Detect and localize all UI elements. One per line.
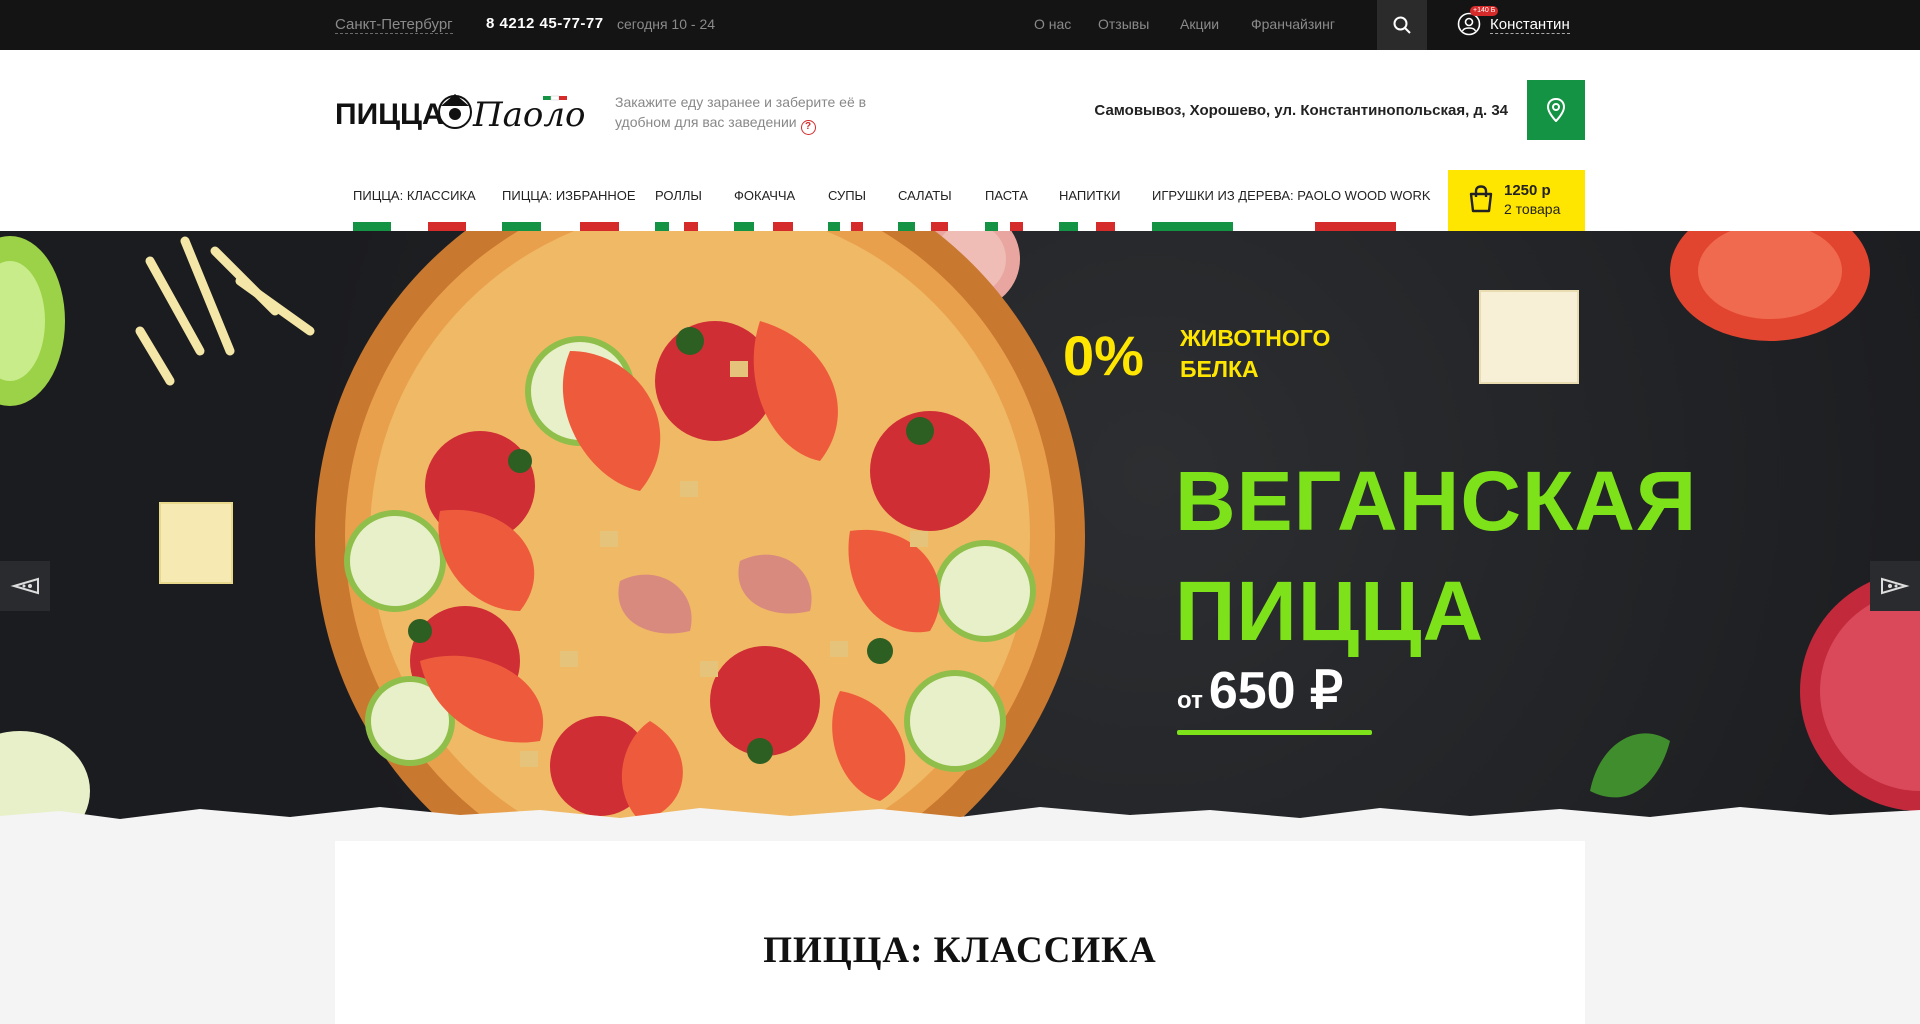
tagline: Закажите еду заранее и заберите её в удо… xyxy=(615,92,905,135)
svg-text:ПИЦЦА: ПИЦЦА xyxy=(335,98,444,131)
flag-stripe xyxy=(1059,222,1116,231)
menu-item-soups[interactable]: Супы xyxy=(828,188,867,231)
promo-zero-percent: 0% xyxy=(1063,324,1144,387)
menu-item-label: Роллы xyxy=(655,188,702,203)
menu-item-rolls[interactable]: Роллы xyxy=(655,188,702,231)
flag-stripe xyxy=(353,222,467,231)
bonus-badge: +140 Б xyxy=(1470,6,1499,16)
price-prefix: от xyxy=(1177,687,1203,714)
promo-title: ВЕГАНСКАЯ ПИЦЦА xyxy=(1175,446,1697,666)
header: ПИЦЦА Паоло Закажите еду заранее и забер… xyxy=(0,50,1920,231)
shopping-bag-icon xyxy=(1469,185,1493,213)
svg-text:Паоло: Паоло xyxy=(472,95,585,135)
menu-item-pizza-favorites[interactable]: Пицца: избранное xyxy=(502,188,636,231)
main-content: ПИЦЦА: КЛАССИКА xyxy=(335,841,1585,1024)
menu-item-pizza-classic[interactable]: Пицца: классика xyxy=(353,188,476,231)
nav-link-franchise[interactable]: Франчайзинг xyxy=(1251,16,1335,32)
promo-banner[interactable]: 0% ЖИВОТНОГО БЕЛКА ВЕГАНСКАЯ ПИЦЦА от 650… xyxy=(0,231,1920,841)
price-underline xyxy=(1177,730,1372,735)
flag-stripe xyxy=(985,222,1024,231)
flag-stripe xyxy=(828,222,864,231)
menu-item-drinks[interactable]: Напитки xyxy=(1059,188,1120,231)
search-button[interactable] xyxy=(1377,0,1427,50)
flag-stripe xyxy=(502,222,619,231)
flag-stripe xyxy=(655,222,698,231)
flag-stripe xyxy=(1152,222,1396,231)
menu-item-label: Пицца: избранное xyxy=(502,188,636,203)
city-selector[interactable]: Санкт-Петербург xyxy=(335,16,453,34)
menu-item-label: Пицца: классика xyxy=(353,188,476,203)
slider-next-button[interactable] xyxy=(1870,561,1920,611)
nav-link-about[interactable]: О нас xyxy=(1034,16,1071,32)
promo-subtitle: ЖИВОТНОГО БЕЛКА xyxy=(1180,325,1331,382)
menu-item-pasta[interactable]: Паста xyxy=(985,188,1028,231)
pizza-slice-icon xyxy=(1881,577,1910,595)
help-icon[interactable]: ? xyxy=(800,119,816,135)
torn-paper-edge xyxy=(0,807,1920,841)
nav-link-promotions[interactable]: Акции xyxy=(1180,16,1219,32)
menu-item-label: Салаты xyxy=(898,188,952,203)
cart-item-count: 2 товара xyxy=(1504,201,1561,217)
menu-item-label: Игрушки из дерева: Paolo Wood Work xyxy=(1152,188,1431,203)
working-hours: сегодня 10 - 24 xyxy=(617,16,716,32)
menu-item-label: Супы xyxy=(828,188,867,203)
price-value: 650 ₽ xyxy=(1208,662,1344,720)
top-bar: Санкт-Петербург 8 4212 45-77-77 сегодня … xyxy=(0,0,1920,50)
tagline-text: Закажите еду заранее и заберите её в удо… xyxy=(615,94,867,130)
menu-item-wooden-toys[interactable]: Игрушки из дерева: Paolo Wood Work xyxy=(1152,188,1431,231)
promo-price: от 650 ₽ xyxy=(1177,661,1343,721)
map-button[interactable] xyxy=(1527,80,1585,140)
promo-title-line1: ВЕГАНСКАЯ xyxy=(1175,454,1698,548)
flag-stripe xyxy=(898,222,949,231)
menu-item-focaccia[interactable]: Фокачча xyxy=(734,188,796,231)
user-name-link[interactable]: Константин xyxy=(1490,16,1570,34)
map-pin-icon xyxy=(1546,98,1566,122)
promo-title-line2: ПИЦЦА xyxy=(1175,564,1485,658)
menu-item-label: Фокачча xyxy=(734,188,796,203)
section-title: ПИЦЦА: КЛАССИКА xyxy=(763,930,1157,971)
menu-item-label: Паста xyxy=(985,188,1028,203)
search-icon xyxy=(1393,16,1411,34)
logo[interactable]: ПИЦЦА Паоло xyxy=(335,84,585,136)
phone-number[interactable]: 8 4212 45-77-77 xyxy=(486,15,604,32)
cart-total: 1250 р xyxy=(1504,182,1551,199)
pizza-slice-icon xyxy=(10,577,39,595)
flag-stripe xyxy=(734,222,794,231)
pickup-address[interactable]: Самовывоз, Хорошево, ул. Константинополь… xyxy=(1020,102,1508,119)
nav-link-reviews[interactable]: Отзывы xyxy=(1098,16,1149,32)
slider-prev-button[interactable] xyxy=(0,561,50,611)
cart-button[interactable]: 1250 р 2 товара xyxy=(1448,170,1585,231)
menu-item-label: Напитки xyxy=(1059,188,1121,203)
menu-item-salads[interactable]: Салаты xyxy=(898,188,952,231)
